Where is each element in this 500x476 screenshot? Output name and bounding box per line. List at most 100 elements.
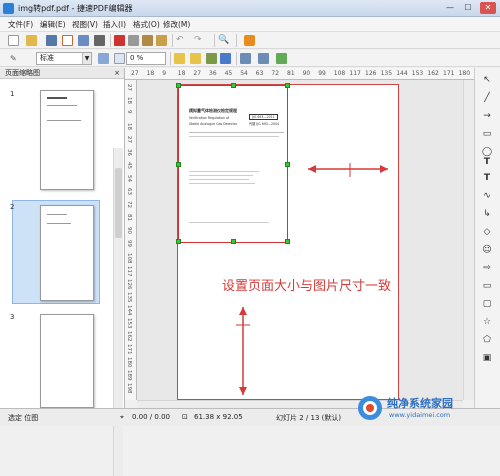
page-thumbnail-3[interactable] (40, 314, 94, 408)
horizontal-ruler: 27 18 9 18 27 36 45 54 63 72 81 90 99 108 117 126 135 144… (125, 68, 474, 80)
ruler-tick-label: 171 (126, 344, 132, 355)
panel-close-icon[interactable]: × (114, 68, 120, 79)
format-toolbar: ✎ 标准 ▼ 0 % (0, 50, 500, 67)
transparency-field[interactable]: 0 % (126, 52, 166, 65)
ruler-tick-label: 153 (126, 318, 132, 329)
cut-icon[interactable] (114, 35, 125, 46)
ruler-tick-label: 81 (287, 70, 295, 77)
email-icon[interactable] (78, 35, 89, 46)
vertical-text-icon[interactable]: T (481, 172, 493, 184)
title-bar: img转pdf.pdf - 捷速PDF编辑器 — ☐ ✕ (0, 0, 500, 17)
pen-icon[interactable]: ✎ (10, 53, 21, 64)
new-icon[interactable] (8, 35, 19, 46)
style-select[interactable]: 标准 ▼ (36, 52, 92, 65)
curve-icon[interactable]: ∿ (481, 190, 493, 202)
window-title: img转pdf.pdf - 捷速PDF编辑器 (18, 4, 133, 13)
menu-modify[interactable]: 修改(M) (163, 19, 190, 30)
status-coords: 0.00 / 0.00 (132, 413, 170, 421)
smiley-icon[interactable]: ☺ (481, 244, 493, 256)
text-tool-icon[interactable]: T (481, 156, 493, 168)
ruler-tick-label: 108 (126, 253, 132, 264)
diamond-icon[interactable]: ◇ (481, 226, 493, 238)
ruler-tick-label: 54 (126, 175, 132, 182)
ruler-tick-label: 144 (126, 305, 132, 316)
minimize-button[interactable]: — (442, 2, 458, 14)
open-folder-icon[interactable] (26, 35, 37, 46)
ruler-tick-label: 18 (177, 70, 186, 77)
arrow-line-icon[interactable]: → (481, 110, 493, 122)
maximize-button[interactable]: ☐ (460, 2, 476, 14)
undo-icon[interactable]: ↶ (176, 35, 187, 46)
line-tool-icon[interactable]: ╱ (481, 92, 493, 104)
panel-scrollbar[interactable] (113, 148, 123, 476)
main-toolbar: ↶ ↷ 🔍 (0, 32, 500, 49)
ruler-tick-label: 72 (271, 70, 280, 77)
redo-icon[interactable]: ↷ (194, 35, 205, 46)
page-thumbnail-2[interactable] (40, 205, 94, 301)
polygon-icon[interactable]: ⬠ (481, 334, 493, 346)
image-insert-icon[interactable]: ▣ (481, 352, 493, 364)
callout-icon[interactable]: ▢ (481, 298, 493, 310)
menu-file[interactable]: 文件(F) (8, 19, 33, 30)
align-icon[interactable] (240, 53, 251, 64)
select-arrow-icon[interactable]: ↖ (481, 74, 493, 86)
print-icon[interactable] (94, 35, 105, 46)
arrange-icon[interactable] (258, 53, 269, 64)
style-select-value: 标准 (40, 54, 54, 62)
page-thumbnail-1[interactable] (40, 90, 94, 190)
paste-icon[interactable] (142, 35, 153, 46)
menu-format[interactable]: 格式(O) (133, 19, 160, 30)
ruler-tick-label: 18 (126, 97, 132, 104)
zoom-icon[interactable]: 🔍 (218, 35, 229, 46)
ruler-tick-label: 180 (458, 70, 471, 77)
flowchart-icon[interactable]: ▭ (481, 280, 493, 292)
rectangle-icon[interactable]: ▭ (481, 128, 493, 140)
ruler-tick-label: 9 (126, 110, 132, 114)
menu-view[interactable]: 视图(V) (72, 19, 98, 30)
ruler-tick-label: 99 (318, 70, 326, 77)
close-button[interactable]: ✕ (480, 2, 496, 14)
ruler-tick-label: 81 (126, 214, 132, 221)
highlight-icon[interactable] (174, 53, 185, 64)
ruler-tick-label: 18 (146, 70, 155, 77)
ruler-tick-label: 135 (126, 292, 132, 303)
slide-icon[interactable] (244, 35, 255, 46)
shadow-icon[interactable] (206, 53, 217, 64)
fill-icon[interactable] (114, 53, 125, 64)
export-icon[interactable] (62, 35, 73, 46)
ruler-tick-label: 117 (126, 266, 132, 277)
ruler-tick-label: 108 (333, 70, 346, 77)
document-page[interactable]: 模拟量气体检测仪检定规程 Verification Regulation of … (176, 83, 399, 400)
canvas-vertical-scrollbar[interactable] (463, 80, 474, 400)
ruler-tick-label: 36 (126, 149, 132, 156)
watermark-url: www.yidaimei.com (389, 411, 451, 419)
ruler-tick-label: 18 (126, 123, 132, 130)
ruler-tick-label: 117 (349, 70, 361, 77)
ruler-tick-label: 153 (411, 70, 424, 77)
size-icon: ⊡ (182, 413, 188, 421)
ruler-tick-label: 54 (240, 70, 248, 77)
watermark-icon (358, 396, 382, 420)
format-paint-icon[interactable] (156, 35, 167, 46)
brush-icon[interactable] (190, 53, 201, 64)
menu-edit[interactable]: 编辑(E) (40, 19, 66, 30)
annotation-arrows (236, 163, 388, 395)
ruler-tick-label: 126 (126, 279, 132, 290)
connector-icon[interactable]: ↳ (481, 208, 493, 220)
thumbnail-panel: 页面缩略图 × 1 2 3 (0, 68, 125, 476)
star-icon[interactable]: ☆ (481, 316, 493, 328)
arrow-shape-icon[interactable]: ⇨ (481, 262, 493, 274)
ruler-tick-label: 90 (126, 227, 132, 234)
rotate-icon[interactable] (220, 53, 231, 64)
document-canvas[interactable]: 模拟量气体检测仪检定规程 Verification Regulation of … (137, 80, 463, 400)
copy-icon[interactable] (128, 35, 139, 46)
ruler-tick-label: 171 (443, 70, 455, 77)
group-icon[interactable] (276, 53, 287, 64)
drawing-toolbar: ↖ ╱ → ▭ ◯ T T ∿ ↳ ◇ ☺ ⇨ ▭ ▢ ☆ ⬠ ▣ (474, 68, 500, 408)
line-style-icon[interactable] (98, 53, 109, 64)
panel-title-label: 页面缩略图 (5, 69, 40, 77)
ruler-tick-label: 90 (302, 70, 311, 77)
save-icon[interactable] (46, 35, 57, 46)
menu-insert[interactable]: 插入(I) (103, 19, 126, 30)
thumb-number-1: 1 (10, 90, 15, 98)
